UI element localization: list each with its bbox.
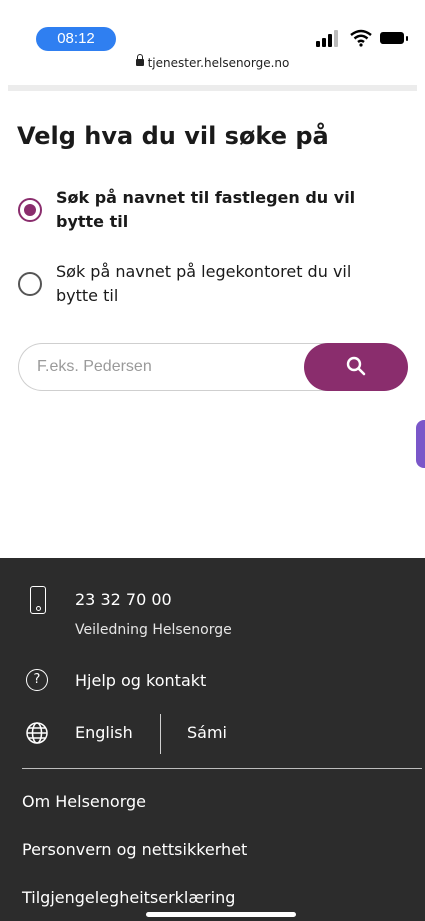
footer-link-tilgjengelighet[interactable]: Tilgjengelegheitserklæring: [22, 888, 235, 907]
feedback-side-tab[interactable]: [416, 420, 425, 468]
wifi-icon: [350, 29, 372, 47]
url-bar[interactable]: tjenester.helsenorge.no: [0, 54, 425, 70]
phone-icon: [30, 586, 46, 614]
language-sami-link[interactable]: Sámi: [187, 723, 227, 742]
footer-link-om-helsenorge[interactable]: Om Helsenorge: [22, 792, 146, 811]
url-text: tjenester.helsenorge.no: [147, 56, 290, 70]
system-icons: [316, 29, 408, 47]
radio-button-selected[interactable]: [18, 198, 42, 222]
footer: 23 32 70 00 Veiledning Helsenorge ? Hjel…: [0, 558, 425, 921]
radio-option-legekontor[interactable]: Søk på navnet på legekontoret du vil byt…: [18, 260, 398, 312]
header-divider: [8, 85, 417, 91]
help-icon: ?: [26, 669, 48, 691]
footer-divider: [22, 768, 422, 769]
phone-description: Veiledning Helsenorge: [75, 622, 232, 638]
status-bar: 08:12 tjenester.helsenorge.no: [0, 0, 425, 91]
search-input[interactable]: [18, 343, 348, 391]
help-contact-link[interactable]: Hjelp og kontakt: [75, 671, 206, 690]
signal-icon: [316, 29, 342, 47]
page-title: Velg hva du vil søke på: [17, 122, 329, 150]
search-bar: [18, 343, 408, 391]
status-time: 08:12: [36, 27, 116, 51]
radio-label-fastlege: Søk på navnet til fastlegen du vil bytte…: [56, 188, 356, 231]
lock-icon: [135, 54, 144, 66]
language-separator: [160, 714, 161, 754]
search-icon: [346, 356, 366, 376]
radio-option-fastlege[interactable]: Søk på navnet til fastlegen du vil bytte…: [18, 186, 398, 238]
battery-icon: [380, 32, 408, 44]
phone-number-link[interactable]: 23 32 70 00: [75, 590, 172, 609]
radio-label-legekontor: Søk på navnet på legekontoret du vil byt…: [56, 262, 352, 305]
home-indicator: [146, 912, 296, 917]
globe-icon: [26, 722, 48, 744]
language-english-link[interactable]: English: [75, 723, 133, 742]
search-button[interactable]: [304, 343, 408, 391]
radio-button-unselected[interactable]: [18, 272, 42, 296]
footer-link-personvern[interactable]: Personvern og nettsikkerhet: [22, 840, 247, 859]
